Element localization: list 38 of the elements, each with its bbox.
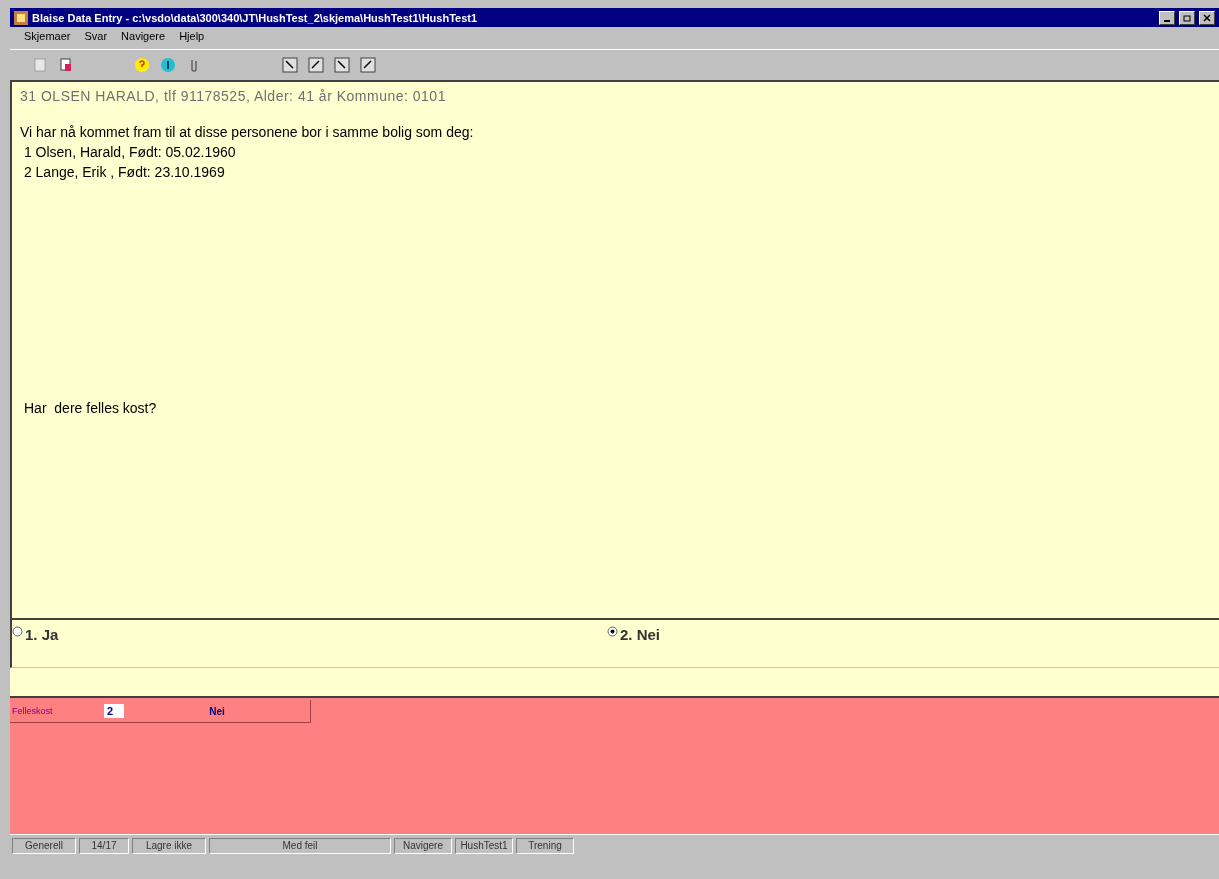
navigate-icon[interactable] — [282, 57, 298, 73]
radio-button[interactable] — [12, 626, 23, 637]
respondent-header: 31 OLSEN HARALD, tlf 91178525, Alder: 41 år Kommune: 0101 — [20, 88, 447, 104]
field-value[interactable]: 2 — [104, 704, 124, 718]
status-cell: HushTest1 — [455, 838, 513, 854]
field-answer: Nei — [208, 705, 226, 717]
option-label[interactable]: 2. Nei — [620, 626, 661, 643]
question-text: Vi har nå kommet fram til at disse personene bor i samme bolig som deg: — [20, 123, 475, 142]
menu-item[interactable]: Skjemaer — [24, 30, 71, 46]
status-cell: Lagre ikke — [132, 838, 206, 854]
document-icon[interactable] — [58, 57, 74, 73]
help-icon[interactable] — [134, 57, 150, 73]
status-cell: Generell — [12, 838, 76, 854]
minimize-icon — [1164, 19, 1170, 22]
info-icon[interactable] — [160, 57, 176, 73]
status-cell: Trening — [516, 838, 574, 854]
menu-item[interactable]: Navigere — [121, 30, 166, 46]
close-icon — [1203, 13, 1211, 22]
navigate-icon[interactable] — [308, 57, 324, 73]
status-cell: Navigere — [394, 838, 452, 854]
window-title: Blaise Data Entry - c:\vsdo\data\300\340\JT\HushTest_2\skjema\HushTest1\HushTest1 — [32, 11, 479, 24]
navigate-icon[interactable] — [360, 57, 376, 73]
field-name: Felleskost — [11, 706, 54, 716]
person-line: 2 Lange, Erik , Født: 23.10.1969 — [22, 163, 226, 182]
close-button[interactable] — [1199, 10, 1215, 25]
option-label[interactable]: 1. Ja — [25, 626, 59, 643]
radio-button[interactable] — [607, 626, 618, 637]
question-prompt: Har dere felles kost? — [24, 400, 158, 416]
menu-item[interactable]: Hjelp — [179, 30, 205, 46]
restore-icon — [1183, 13, 1191, 22]
status-cell: 14/17 — [79, 838, 129, 854]
menu-item[interactable]: Svar — [84, 30, 108, 46]
navigate-icon[interactable] — [334, 57, 350, 73]
status-cell: Med feil — [209, 838, 391, 854]
restore-button[interactable] — [1179, 10, 1195, 25]
person-line: 1 Olsen, Harald, Født: 05.02.1960 — [22, 143, 237, 162]
app-icon — [14, 10, 28, 25]
minimize-button[interactable] — [1159, 10, 1175, 25]
